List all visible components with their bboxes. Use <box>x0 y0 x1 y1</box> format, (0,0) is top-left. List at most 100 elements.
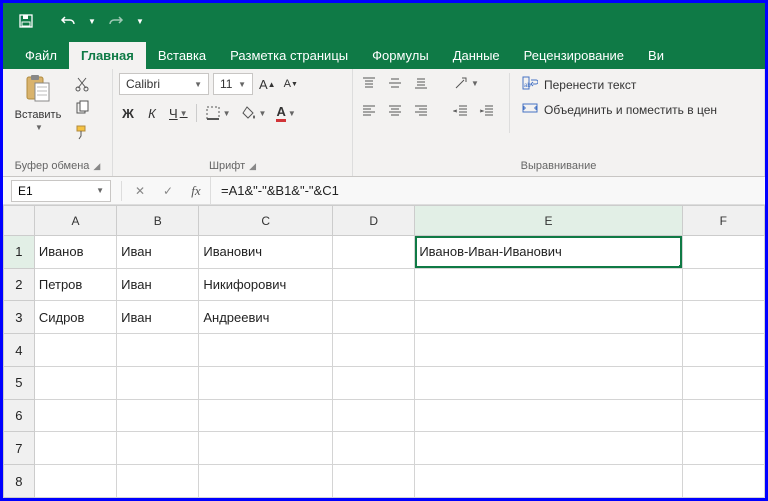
cell[interactable] <box>682 432 764 465</box>
cell-E3[interactable] <box>415 301 682 334</box>
enter-formula-icon[interactable]: ✓ <box>154 177 182 204</box>
format-painter-icon[interactable] <box>73 123 91 141</box>
col-header-D[interactable]: D <box>333 206 415 236</box>
tab-review[interactable]: Рецензирование <box>512 42 636 69</box>
paste-button[interactable]: Вставить ▼ <box>9 73 67 132</box>
cell[interactable] <box>117 366 199 399</box>
col-header-A[interactable]: A <box>34 206 116 236</box>
wrap-text-button[interactable]: ab Перенести текст <box>522 75 717 94</box>
orientation-icon[interactable]: ▼ <box>451 73 481 93</box>
cell-A3[interactable]: Сидров <box>34 301 116 334</box>
cell-F3[interactable] <box>682 301 764 334</box>
cell[interactable] <box>682 465 764 498</box>
merge-center-button[interactable]: Объединить и поместить в цен <box>522 100 717 119</box>
cell[interactable] <box>117 465 199 498</box>
cell[interactable] <box>415 334 682 367</box>
select-all-corner[interactable] <box>4 206 35 236</box>
cell-B3[interactable]: Иван <box>117 301 199 334</box>
cell[interactable] <box>117 334 199 367</box>
cell[interactable] <box>199 366 333 399</box>
cell[interactable] <box>682 399 764 432</box>
decrease-font-icon[interactable]: A▼ <box>282 74 300 94</box>
align-right-icon[interactable] <box>411 101 431 121</box>
tab-home[interactable]: Главная <box>69 42 146 69</box>
cell[interactable] <box>34 334 116 367</box>
tab-file[interactable]: Файл <box>13 42 69 69</box>
dialog-launcher-icon[interactable]: ◢ <box>249 161 256 172</box>
increase-indent-icon[interactable] <box>477 101 497 121</box>
tab-insert[interactable]: Вставка <box>146 42 218 69</box>
cell[interactable] <box>199 432 333 465</box>
italic-button[interactable]: К <box>143 103 161 123</box>
col-header-F[interactable]: F <box>682 206 764 236</box>
cell-A1[interactable]: Иванов <box>34 236 116 269</box>
cell[interactable] <box>199 399 333 432</box>
cut-icon[interactable] <box>73 75 91 93</box>
font-name-selector[interactable]: Calibri▼ <box>119 73 209 95</box>
cell[interactable] <box>333 465 415 498</box>
col-header-C[interactable]: C <box>199 206 333 236</box>
cell[interactable] <box>199 334 333 367</box>
cell[interactable] <box>333 399 415 432</box>
borders-icon[interactable]: ▼ <box>203 103 233 123</box>
cell[interactable] <box>34 366 116 399</box>
cell-E1[interactable]: Иванов-Иван-Иванович <box>415 236 682 269</box>
qat-customize-icon[interactable]: ▼ <box>133 8 147 34</box>
copy-icon[interactable] <box>73 99 91 117</box>
tab-data[interactable]: Данные <box>441 42 512 69</box>
name-box[interactable]: E1 ▼ <box>11 180 111 202</box>
cell-C1[interactable]: Иванович <box>199 236 333 269</box>
formula-input[interactable]: =A1&"-"&B1&"-"&C1 <box>210 177 765 204</box>
col-header-B[interactable]: B <box>117 206 199 236</box>
align-left-icon[interactable] <box>359 101 379 121</box>
cell-D1[interactable] <box>333 236 415 269</box>
tab-formulas[interactable]: Формулы <box>360 42 441 69</box>
cell-B2[interactable]: Иван <box>117 268 199 301</box>
redo-icon[interactable] <box>103 8 129 34</box>
cell[interactable] <box>117 432 199 465</box>
row-header-6[interactable]: 6 <box>4 399 35 432</box>
fill-color-icon[interactable]: ▼ <box>239 103 269 123</box>
align-top-icon[interactable] <box>359 73 379 93</box>
row-header-8[interactable]: 8 <box>4 465 35 498</box>
cell[interactable] <box>682 366 764 399</box>
fx-icon[interactable]: fx <box>182 177 210 204</box>
font-color-icon[interactable]: А▼ <box>274 103 297 123</box>
cell[interactable] <box>415 399 682 432</box>
cell[interactable] <box>333 334 415 367</box>
align-middle-icon[interactable] <box>385 73 405 93</box>
cell[interactable] <box>199 465 333 498</box>
cell-C2[interactable]: Никифорович <box>199 268 333 301</box>
bold-button[interactable]: Ж <box>119 103 137 123</box>
decrease-indent-icon[interactable] <box>451 101 471 121</box>
cell-F2[interactable] <box>682 268 764 301</box>
cell-A2[interactable]: Петров <box>34 268 116 301</box>
dialog-launcher-icon[interactable]: ◢ <box>93 161 100 172</box>
row-header-7[interactable]: 7 <box>4 432 35 465</box>
row-header-2[interactable]: 2 <box>4 268 35 301</box>
cell-C3[interactable]: Андреевич <box>199 301 333 334</box>
row-header-4[interactable]: 4 <box>4 334 35 367</box>
col-header-E[interactable]: E <box>415 206 682 236</box>
cell[interactable] <box>415 366 682 399</box>
align-bottom-icon[interactable] <box>411 73 431 93</box>
cell[interactable] <box>415 432 682 465</box>
cell-F1[interactable] <box>682 236 764 269</box>
cell[interactable] <box>682 334 764 367</box>
cell[interactable] <box>34 399 116 432</box>
cell-D3[interactable] <box>333 301 415 334</box>
cell-E2[interactable] <box>415 268 682 301</box>
underline-button[interactable]: Ч▼ <box>167 103 190 123</box>
cell[interactable] <box>34 432 116 465</box>
save-icon[interactable] <box>13 8 39 34</box>
font-size-selector[interactable]: 11▼ <box>213 73 253 95</box>
tab-view[interactable]: Ви <box>636 42 676 69</box>
undo-icon[interactable] <box>55 8 81 34</box>
row-header-5[interactable]: 5 <box>4 366 35 399</box>
increase-font-icon[interactable]: A▲ <box>257 74 278 94</box>
cell[interactable] <box>415 465 682 498</box>
row-header-3[interactable]: 3 <box>4 301 35 334</box>
row-header-1[interactable]: 1 <box>4 236 35 269</box>
align-center-icon[interactable] <box>385 101 405 121</box>
qat-dropdown-icon[interactable]: ▼ <box>85 8 99 34</box>
